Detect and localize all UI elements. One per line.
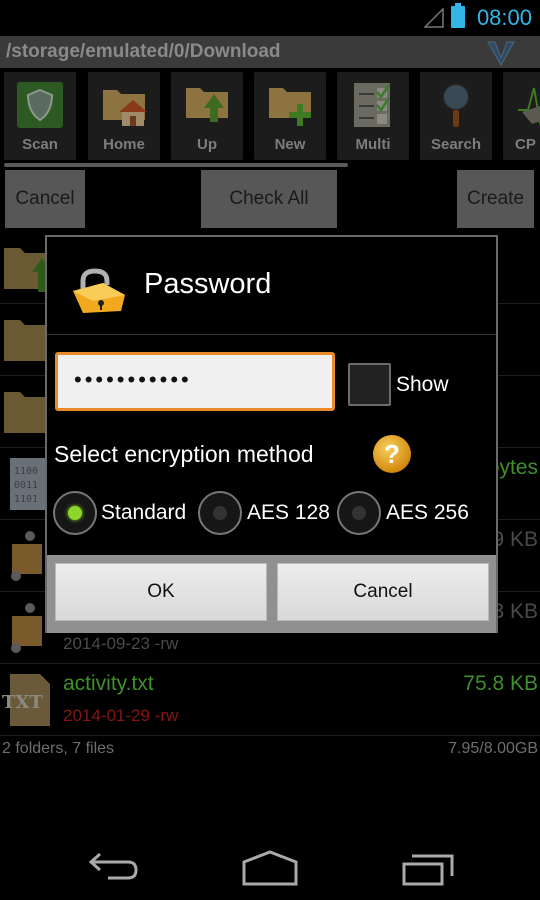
file-meta: 2014-01-29 -rw xyxy=(63,706,179,725)
multi-select-icon xyxy=(354,83,391,127)
toolbar-label: Up xyxy=(197,136,217,153)
password-dialog: Password ••••••••••• Show Select encrypt… xyxy=(45,235,498,633)
signal-icon xyxy=(424,8,444,28)
ok-button[interactable]: OK xyxy=(55,563,267,621)
toolbar-label: Home xyxy=(103,136,145,153)
svg-text:0011: 0011 xyxy=(14,480,38,491)
radio-aes128[interactable] xyxy=(198,491,242,535)
file-meta: 2014-09-23 -rw xyxy=(63,634,179,653)
recent-apps-icon[interactable] xyxy=(398,850,458,886)
toolbar: Scan Home Up New Multi Search CP xyxy=(0,70,540,162)
check-all-button[interactable]: Check All xyxy=(201,170,337,228)
radio-dot xyxy=(352,506,366,520)
radio-dot xyxy=(213,506,227,520)
dialog-title: Password xyxy=(144,268,272,300)
show-password-checkbox[interactable] xyxy=(348,363,391,406)
cancel-selection-button[interactable]: Cancel xyxy=(5,170,85,228)
radio-standard-label[interactable]: Standard xyxy=(101,501,186,525)
status-bar: 08:00 xyxy=(0,0,540,36)
shield-icon xyxy=(17,82,63,128)
toolbar-label: Multi xyxy=(355,136,391,153)
item-count: 2 folders, 7 files xyxy=(2,740,115,757)
toolbar-label: Scan xyxy=(22,136,58,153)
toolbar-search-button[interactable]: Search xyxy=(420,72,492,160)
help-icon[interactable]: ? xyxy=(373,435,411,473)
toolbar-new-button[interactable]: New xyxy=(254,72,326,160)
show-password-label[interactable]: Show xyxy=(396,373,449,397)
current-path: /storage/emulated/0/Download xyxy=(6,41,281,62)
navigation-bar xyxy=(0,826,540,900)
toolbar-label: CP xyxy=(515,136,536,153)
path-bar: /storage/emulated/0/Download xyxy=(0,36,540,68)
home-folder-icon xyxy=(103,90,147,126)
app-logo-icon[interactable] xyxy=(486,40,516,66)
file-size: 75.8 KB xyxy=(463,672,538,695)
dialog-header: Password xyxy=(47,237,496,335)
file-name: activity.txt xyxy=(63,672,154,695)
up-folder-icon xyxy=(186,88,228,122)
dialog-footer: OK Cancel xyxy=(47,555,496,633)
create-button[interactable]: Create xyxy=(457,170,534,228)
lock-icon xyxy=(73,268,125,313)
toolbar-label: Search xyxy=(430,136,482,153)
search-icon xyxy=(442,83,470,127)
action-row: Cancel Check All Create xyxy=(0,170,540,228)
radio-aes128-label[interactable]: AES 128 xyxy=(247,501,330,525)
toolbar-up-button[interactable]: Up xyxy=(171,72,243,160)
svg-text:1100: 1100 xyxy=(14,466,38,477)
toolbar-label: New xyxy=(274,136,306,153)
cancel-button[interactable]: Cancel xyxy=(277,563,489,621)
radio-dot xyxy=(68,506,82,520)
battery-icon xyxy=(451,3,465,28)
toolbar-home-button[interactable]: Home xyxy=(88,72,160,160)
back-icon[interactable] xyxy=(84,850,144,886)
storage-usage: 7.95/8.00GB xyxy=(448,740,538,757)
file-row[interactable]: TXT activity.txt 2014-01-29 -rw 75.8 KB xyxy=(0,664,540,736)
file-size: 3 KB xyxy=(492,600,538,623)
clock: 08:00 xyxy=(476,5,532,30)
svg-text:1101: 1101 xyxy=(14,494,38,505)
toolbar-scrollbar[interactable] xyxy=(4,163,348,167)
radio-aes256[interactable] xyxy=(337,491,381,535)
cpu-icon xyxy=(518,87,540,126)
txt-file-icon: TXT xyxy=(2,674,50,726)
svg-text:TXT: TXT xyxy=(2,692,43,713)
new-folder-icon xyxy=(269,88,311,126)
radio-standard[interactable] xyxy=(53,491,97,535)
radio-aes256-label[interactable]: AES 256 xyxy=(386,501,469,525)
toolbar-cpu-button[interactable]: CP xyxy=(503,72,540,160)
toolbar-multi-button[interactable]: Multi xyxy=(337,72,409,160)
password-input[interactable]: ••••••••••• xyxy=(55,352,335,411)
home-icon[interactable] xyxy=(240,850,300,886)
encryption-method-label: Select encryption method xyxy=(54,441,314,467)
storage-summary: 2 folders, 7 files 7.95/8.00GB xyxy=(0,736,540,766)
toolbar-scan-button[interactable]: Scan xyxy=(4,72,76,160)
